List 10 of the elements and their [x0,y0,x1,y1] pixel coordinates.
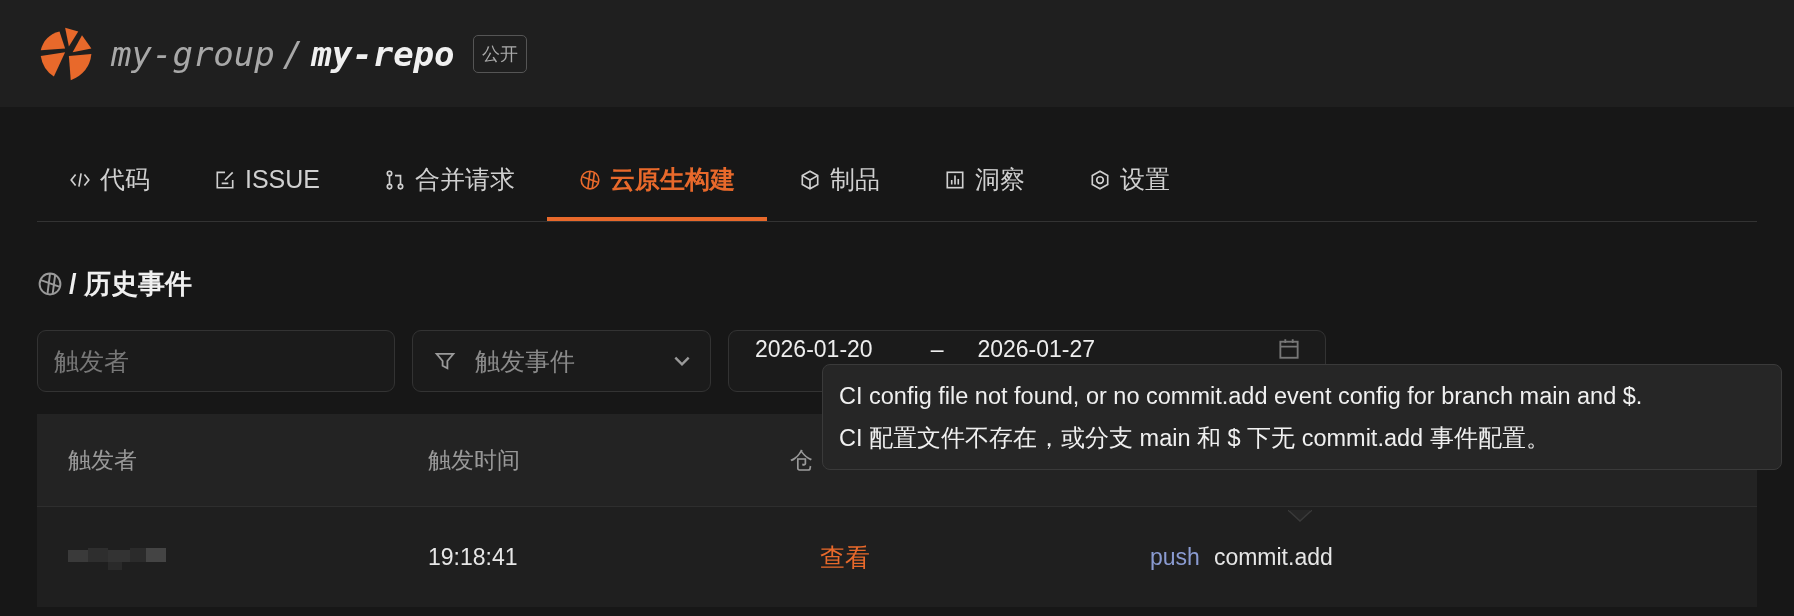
column-header: 仓 [790,445,813,475]
tooltip: CI config file not found, or no commit.add event config for branch main and $. CI 配置文件不存在，或分支 main 和 $ 下无 commit.add 事件配置。 [822,364,1782,470]
event-name: commit.add [1213,543,1333,571]
visibility-badge: 公开 [472,34,527,73]
column-header: 触发者 [68,445,137,475]
column-header: 触发时间 [428,445,520,475]
trigger-time: 19:18:41 [428,543,518,571]
event-type: push [1150,543,1200,571]
path-separator: / [282,33,304,74]
page-title: / 历史事件 [69,268,192,301]
